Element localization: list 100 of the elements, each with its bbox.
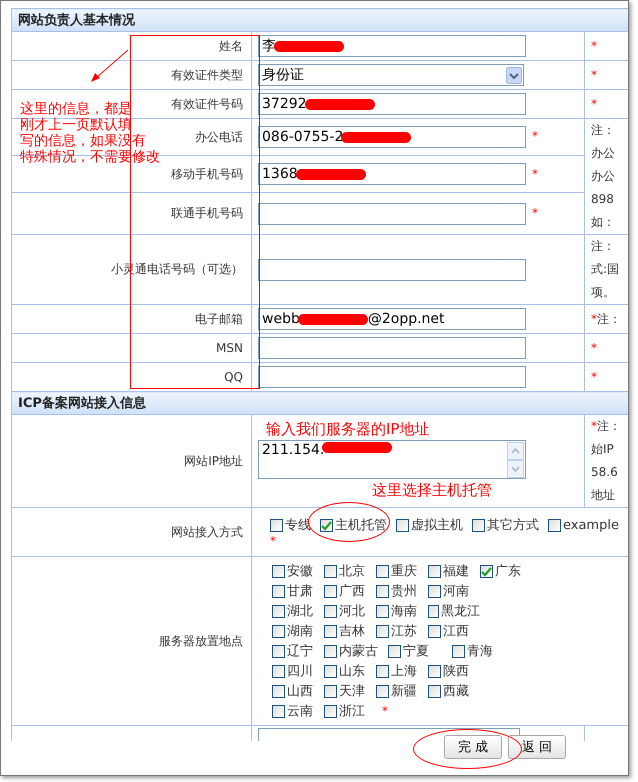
checkbox-label: example [563,518,619,532]
field-label: 网站IP地址 [184,454,243,468]
checkbox[interactable] [376,604,389,618]
checkbox[interactable] [324,564,337,578]
required-mark: * [382,704,388,718]
checkbox[interactable] [324,664,337,678]
checkbox-label: 广西 [339,583,365,600]
checkbox-label: 山东 [339,663,365,680]
checkbox[interactable] [376,684,389,698]
checkbox-label: 其它方式 [487,517,539,534]
checkbox-label: 海南 [391,603,417,620]
field-label: MSN [216,341,243,355]
input-field[interactable]: 086-0755-2 [258,126,526,148]
checkbox-label: 北京 [339,563,365,580]
checkbox-label: 四川 [287,663,313,680]
checkbox-label: 贵州 [391,583,417,600]
checkbox-label: 黑龙江 [441,603,480,620]
checkbox[interactable] [396,518,409,532]
input-field[interactable]: webb @2opp.net [258,308,526,330]
checkbox-label: 河北 [339,603,365,620]
checkbox[interactable] [548,518,561,532]
checkbox[interactable] [272,584,285,598]
required-mark: * [591,419,597,433]
input-field[interactable] [258,366,526,388]
finish-button[interactable]: 完 成 [444,735,502,759]
checkbox-label: 江苏 [391,623,417,640]
section-title: ICP备案网站接入信息 [18,396,146,411]
input-field[interactable]: 李 [258,35,526,57]
checkbox[interactable] [272,664,285,678]
checkbox-label: 新疆 [391,683,417,700]
checkbox[interactable] [376,664,389,678]
field-label: 网站接入方式 [171,524,243,538]
note-text: 始IP [591,442,614,456]
checkbox-label: 云南 [287,703,313,720]
checkbox[interactable] [388,644,401,658]
checkbox-label: 专线 [285,517,311,534]
checkbox[interactable] [324,704,337,718]
checkbox-label: 浙江 [339,703,365,720]
checkbox[interactable] [472,518,485,532]
note-text: 注： [597,419,621,433]
checkbox-label: 福建 [443,563,469,580]
required-mark: * [270,534,276,548]
text-area[interactable]: 211.154. [258,440,526,479]
select-field[interactable]: 身份证 [258,64,524,86]
field-label: 有效证件类型 [171,68,243,82]
note-text: 办公 [591,169,615,183]
note-text: 办公 [591,146,615,160]
required-mark: * [532,166,538,181]
checkbox[interactable] [324,604,337,618]
checkbox-label: 内蒙古 [339,643,378,660]
checkbox[interactable] [452,644,465,658]
required-mark: * [591,340,597,354]
checkbox[interactable] [272,624,285,638]
required-mark: * [532,129,538,144]
annotation-text: 这里选择主机托管 [372,481,492,499]
checkbox-label: 广东 [495,563,521,580]
checkbox[interactable] [272,704,285,718]
checkbox[interactable] [428,664,441,678]
field-label: 办公电话 [195,130,243,144]
checkbox[interactable] [428,684,441,698]
input-field[interactable]: 37292 [258,93,526,115]
input-field[interactable]: 1368 [258,163,526,186]
checkbox-label: 甘肃 [287,583,313,600]
checkbox[interactable] [376,564,389,578]
checkbox-label: 山西 [287,683,313,700]
checkbox-label: 安徽 [287,563,313,580]
field-label: 电子邮箱 [195,312,243,326]
checkbox-label: 辽宁 [287,643,313,660]
checkbox[interactable] [272,644,285,658]
note-text: 如： [591,215,615,229]
required-mark: * [532,206,538,220]
checkbox[interactable] [324,644,337,658]
checkbox[interactable] [272,684,285,698]
checkbox[interactable] [272,604,285,618]
checkbox[interactable] [320,518,333,532]
checkbox[interactable] [376,584,389,598]
input-field[interactable] [258,337,526,359]
annotation-text: 输入我们服务器的IP地址 [266,420,430,438]
required-mark: * [591,96,597,110]
checkbox-label: 吉林 [339,623,365,640]
checkbox[interactable] [428,564,441,578]
checkbox[interactable] [270,518,283,532]
checkbox-label: 湖南 [287,623,313,640]
input-field[interactable] [258,202,526,225]
annotation-text: 这里的信息，都是 [20,101,132,117]
checkbox[interactable] [428,584,441,598]
checkbox[interactable] [376,624,389,638]
checkbox[interactable] [272,564,285,578]
checkbox[interactable] [428,624,441,638]
checkbox-label: 虚拟主机 [411,517,463,534]
checkbox[interactable] [324,584,337,598]
checkbox[interactable] [480,564,493,578]
checkbox[interactable] [324,684,337,698]
note-text: 58.6 [591,465,618,479]
input-field[interactable] [258,258,526,280]
back-button[interactable]: 返 回 [508,735,566,759]
scrollbar[interactable] [507,442,524,478]
checkbox[interactable] [324,624,337,638]
checkbox[interactable] [428,604,439,618]
checkbox-label: 湖北 [287,603,313,620]
